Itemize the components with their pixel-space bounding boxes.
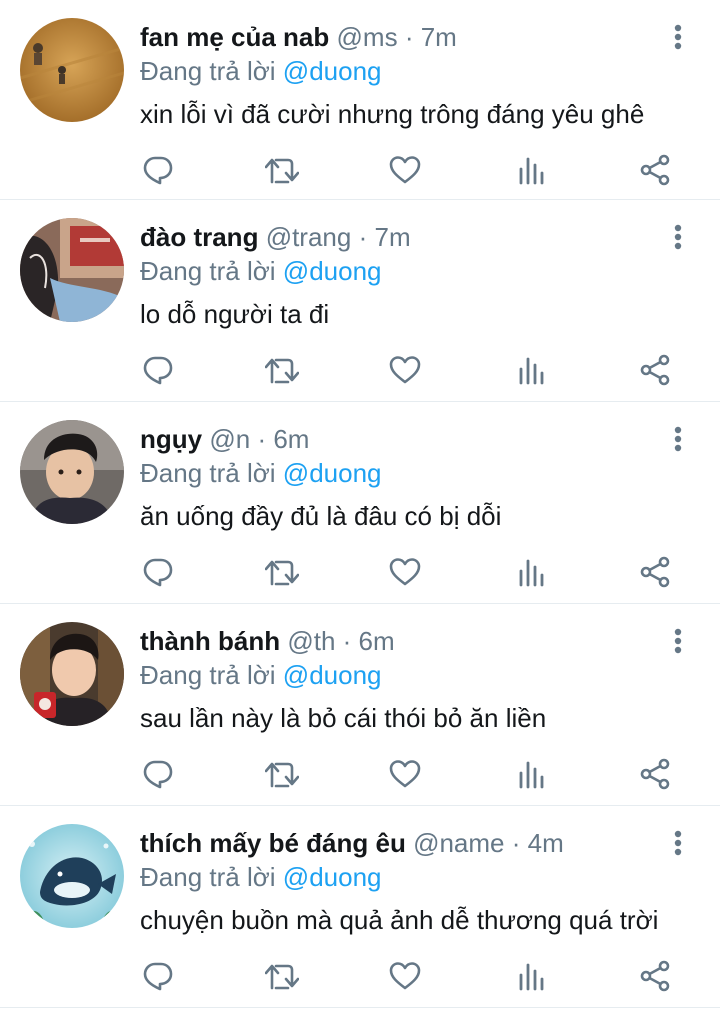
retweet-icon[interactable]	[262, 350, 302, 390]
display-name[interactable]: ngụy	[140, 424, 202, 454]
display-name[interactable]: thích mấy bé đáng êu	[140, 828, 406, 858]
reply-icon[interactable]	[138, 956, 178, 996]
reply-mention[interactable]: @duong	[283, 862, 382, 892]
tweet-header: thích mấy bé đáng êu @name · 4m	[140, 826, 660, 860]
replying-to-label: Đang trả lời	[140, 256, 276, 286]
avatar[interactable]	[20, 420, 124, 524]
tweet-item[interactable]: thành bánh @th · 6m Đang trả lời @duong …	[0, 604, 720, 806]
retweet-icon[interactable]	[262, 754, 302, 794]
share-icon[interactable]	[635, 150, 675, 190]
timestamp: 7m	[374, 222, 411, 252]
separator-dot: ·	[257, 424, 267, 454]
share-icon[interactable]	[635, 552, 675, 592]
tweet-header: đào trang @trang · 7m	[140, 220, 660, 254]
more-vertical-icon[interactable]	[664, 624, 692, 658]
username[interactable]: @trang	[266, 222, 352, 252]
retweet-icon[interactable]	[262, 956, 302, 996]
separator-dot: ·	[342, 626, 352, 656]
analytics-icon[interactable]	[511, 754, 551, 794]
like-icon[interactable]	[385, 552, 425, 592]
replying-to-label: Đang trả lời	[140, 56, 276, 86]
analytics-icon[interactable]	[511, 350, 551, 390]
replying-to-label: Đang trả lời	[140, 862, 276, 892]
timestamp: 7m	[420, 22, 457, 52]
reply-icon[interactable]	[138, 350, 178, 390]
tweet-actions	[140, 956, 700, 996]
replying-to-label: Đang trả lời	[140, 458, 276, 488]
tweet-text: xin lỗi vì đã cười nhưng trông đáng yêu …	[140, 99, 645, 129]
username[interactable]: @th	[287, 626, 335, 656]
like-icon[interactable]	[385, 754, 425, 794]
replying-to: Đang trả lời @duong	[140, 254, 382, 288]
like-icon[interactable]	[385, 956, 425, 996]
analytics-icon[interactable]	[511, 552, 551, 592]
reply-feed: fan mẹ của nab @ms · 7m Đang trả lời @du…	[0, 0, 720, 1008]
more-vertical-icon[interactable]	[664, 220, 692, 254]
replying-to: Đang trả lời @duong	[140, 860, 382, 894]
reply-mention[interactable]: @duong	[283, 56, 382, 86]
display-name[interactable]: fan mẹ của nab	[140, 22, 329, 52]
tweet-item[interactable]: thích mấy bé đáng êu @name · 4m Đang trả…	[0, 806, 720, 1008]
replying-to: Đang trả lời @duong	[140, 658, 382, 692]
reply-icon[interactable]	[138, 552, 178, 592]
like-icon[interactable]	[385, 350, 425, 390]
more-vertical-icon[interactable]	[664, 422, 692, 456]
tweet-actions	[140, 552, 700, 592]
tweet-actions	[140, 754, 700, 794]
retweet-icon[interactable]	[262, 150, 302, 190]
tweet-text: sau lần này là bỏ cái thói bỏ ăn liền	[140, 703, 547, 733]
timestamp: 6m	[273, 424, 310, 454]
more-vertical-icon[interactable]	[664, 826, 692, 860]
tweet-actions	[140, 350, 700, 390]
tweet-item[interactable]: ngụy @n · 6m Đang trả lời @duong ăn uống…	[0, 402, 720, 604]
tweet-header: fan mẹ của nab @ms · 7m	[140, 20, 660, 54]
username[interactable]: @ms	[337, 22, 398, 52]
reply-icon[interactable]	[138, 150, 178, 190]
retweet-icon[interactable]	[262, 552, 302, 592]
reply-icon[interactable]	[138, 754, 178, 794]
reply-mention[interactable]: @duong	[283, 458, 382, 488]
avatar[interactable]	[20, 824, 124, 928]
replying-to-label: Đang trả lời	[140, 660, 276, 690]
tweet-item[interactable]: fan mẹ của nab @ms · 7m Đang trả lời @du…	[0, 0, 720, 200]
share-icon[interactable]	[635, 754, 675, 794]
tweet-text: ăn uống đầy đủ là đâu có bị dỗi	[140, 501, 502, 531]
display-name[interactable]: thành bánh	[140, 626, 280, 656]
tweet-text: chuyện buồn mà quả ảnh dễ thương quá trờ…	[140, 905, 659, 935]
display-name[interactable]: đào trang	[140, 222, 258, 252]
tweet-text: lo dỗ người ta đi	[140, 299, 330, 329]
analytics-icon[interactable]	[511, 150, 551, 190]
separator-dot: ·	[511, 828, 521, 858]
like-icon[interactable]	[385, 150, 425, 190]
reply-mention[interactable]: @duong	[283, 660, 382, 690]
separator-dot: ·	[358, 222, 368, 252]
avatar[interactable]	[20, 218, 124, 322]
separator-dot: ·	[404, 22, 414, 52]
share-icon[interactable]	[635, 956, 675, 996]
share-icon[interactable]	[635, 350, 675, 390]
tweet-header: thành bánh @th · 6m	[140, 624, 660, 658]
analytics-icon[interactable]	[511, 956, 551, 996]
avatar[interactable]	[20, 622, 124, 726]
tweet-actions	[140, 150, 700, 190]
tweet-header: ngụy @n · 6m	[140, 422, 660, 456]
replying-to: Đang trả lời @duong	[140, 456, 382, 490]
reply-mention[interactable]: @duong	[283, 256, 382, 286]
replying-to: Đang trả lời @duong	[140, 54, 382, 88]
timestamp: 4m	[527, 828, 564, 858]
more-vertical-icon[interactable]	[664, 20, 692, 54]
username[interactable]: @n	[209, 424, 250, 454]
timestamp: 6m	[358, 626, 395, 656]
username[interactable]: @name	[413, 828, 504, 858]
tweet-item[interactable]: đào trang @trang · 7m Đang trả lời @duon…	[0, 200, 720, 402]
avatar[interactable]	[20, 18, 124, 122]
